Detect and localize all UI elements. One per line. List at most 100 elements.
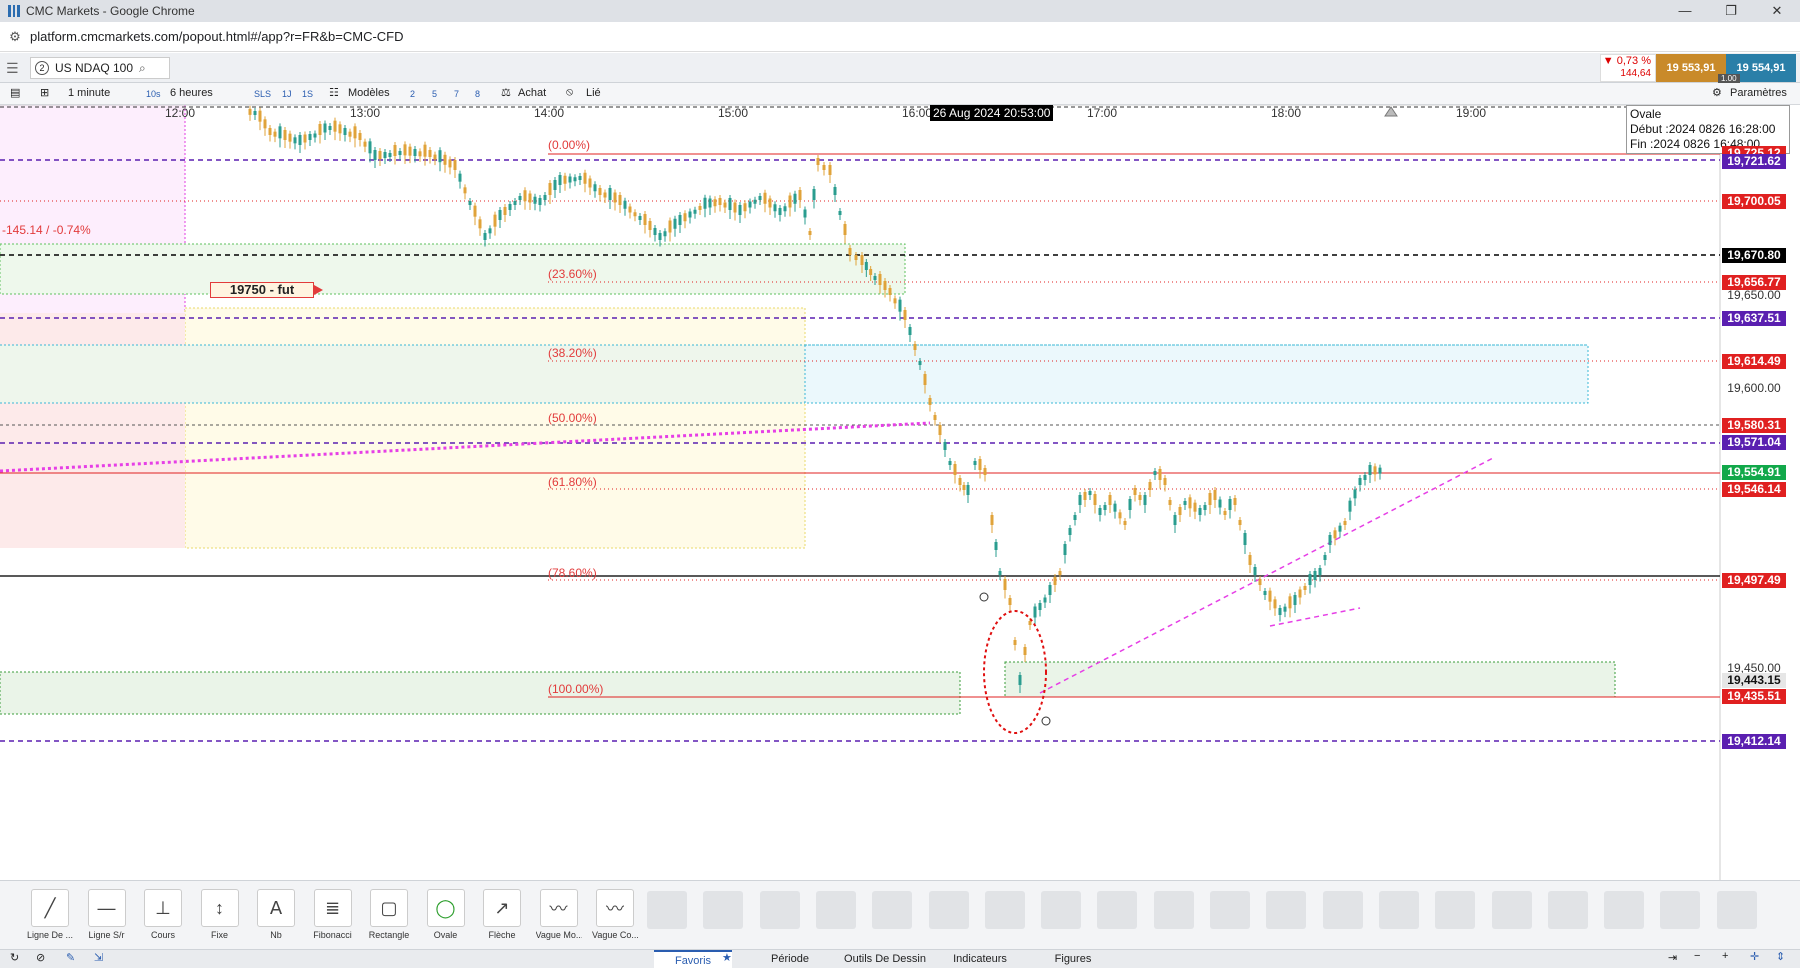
range-select[interactable]: 6 heures xyxy=(170,87,213,99)
candle-body xyxy=(1048,585,1052,595)
layout-2-button[interactable]: 2 xyxy=(410,89,415,99)
crosshair-icon[interactable]: ✛ xyxy=(1750,950,1759,963)
candle-body xyxy=(1003,579,1007,590)
empty-tool-slot[interactable] xyxy=(1266,891,1307,929)
empty-tool-slot[interactable] xyxy=(984,891,1025,929)
draw-tool-fixed-line[interactable]: ↕ Fixe xyxy=(197,889,243,940)
candle-body xyxy=(603,192,607,198)
candle-body xyxy=(1323,555,1327,560)
empty-tool-slot[interactable] xyxy=(872,891,913,929)
menu-icon[interactable]: ☰ xyxy=(6,60,19,77)
layout-7-button[interactable]: 7 xyxy=(454,89,459,99)
draw-tool-oval[interactable]: ◯ Ovale xyxy=(423,889,469,940)
templates-button[interactable]: Modèles xyxy=(348,87,390,99)
refresh-icon[interactable]: ↻ xyxy=(10,951,19,964)
window-title: CMC Markets - Google Chrome xyxy=(26,4,195,18)
sell-button[interactable]: 19 553,91 xyxy=(1656,54,1726,82)
settings-button[interactable]: Paramètres xyxy=(1730,87,1787,99)
zoom-in-icon[interactable]: + xyxy=(1722,950,1728,962)
empty-tool-slot[interactable] xyxy=(759,891,800,929)
empty-tool-slot[interactable] xyxy=(647,891,687,929)
empty-tool-slot[interactable] xyxy=(1153,891,1194,929)
empty-tool-slot[interactable] xyxy=(1716,891,1757,929)
layout-icon[interactable]: ⊞ xyxy=(40,86,49,99)
star-icon[interactable]: ★ xyxy=(722,951,732,964)
list-icon[interactable]: ▤ xyxy=(10,86,20,99)
fibonacci-icon: ≣ xyxy=(313,889,352,927)
empty-tool-slot[interactable] xyxy=(815,891,856,929)
candle-body xyxy=(1063,544,1067,555)
link-button[interactable]: Lié xyxy=(586,87,601,99)
interval-10s-button[interactable]: 10s xyxy=(146,89,161,99)
fut-label[interactable]: 19750 - fut xyxy=(210,282,323,298)
zoom-out-icon[interactable]: − xyxy=(1694,950,1700,962)
quick-1j-button[interactable]: 1J xyxy=(282,89,292,99)
candle-body xyxy=(860,255,864,265)
pencil-icon[interactable]: ✎ xyxy=(66,951,75,964)
templates-icon[interactable]: ☷ xyxy=(329,86,339,99)
candle-body xyxy=(793,193,797,204)
wave-icon: 〰 xyxy=(539,889,578,927)
empty-tool-slot[interactable] xyxy=(703,891,744,929)
restore-icon[interactable]: ❐ xyxy=(1708,0,1754,22)
draw-tool-price-line[interactable]: ⊥ Cours xyxy=(140,889,186,940)
tab-favoris[interactable]: Favoris xyxy=(654,950,732,968)
empty-tool-slot[interactable] xyxy=(1547,891,1588,929)
candle-body xyxy=(483,233,487,240)
quick-sls-button[interactable]: SLS xyxy=(254,89,271,99)
draw-tool-arrow[interactable]: ↗ Flèche xyxy=(479,889,525,940)
candle-body xyxy=(1298,589,1302,598)
crosshair-time: 26 Aug 2024 20:53:00 xyxy=(930,105,1054,121)
empty-tool-slot[interactable] xyxy=(1322,891,1363,929)
empty-tool-slot[interactable] xyxy=(1435,891,1476,929)
instrument-selector[interactable]: 2 US NDAQ 100 ⌕ xyxy=(30,57,170,79)
tab-outils-de-dessin[interactable]: Outils De Dessin xyxy=(835,950,935,968)
layout-8-button[interactable]: 8 xyxy=(475,89,480,99)
site-info-icon[interactable]: ⚙ xyxy=(0,29,30,45)
empty-tool-slot[interactable] xyxy=(1041,891,1082,929)
draw-tool-wave-correction[interactable]: 〰 Vague Co... xyxy=(592,889,638,940)
interval-select[interactable]: 1 minute xyxy=(68,87,110,99)
empty-tool-slot[interactable] xyxy=(1378,891,1419,929)
address-bar[interactable]: ⚙ platform.cmcmarkets.com/popout.html#/a… xyxy=(0,22,1800,52)
quick-1s-button[interactable]: 1S xyxy=(302,89,313,99)
layout-5-button[interactable]: 5 xyxy=(432,89,437,99)
empty-tool-slot[interactable] xyxy=(1210,891,1250,929)
candle-body xyxy=(848,248,852,255)
draw-tool-wave[interactable]: 〰 Vague Mo... xyxy=(536,889,582,940)
tab-indicateurs[interactable]: Indicateurs xyxy=(935,950,1025,968)
empty-tool-slot[interactable] xyxy=(1604,891,1645,929)
draw-tool-rectangle[interactable]: ▢ Rectangle xyxy=(366,889,412,940)
candle-body xyxy=(1203,505,1207,510)
empty-tool-slot[interactable] xyxy=(1660,891,1701,929)
candle-body xyxy=(1288,596,1292,609)
close-icon[interactable]: ✕ xyxy=(1754,0,1800,22)
minimize-icon[interactable]: — xyxy=(1662,0,1708,22)
empty-tool-slot[interactable] xyxy=(1491,891,1532,929)
chart-area[interactable]: 12:00 13:00 14:00 15:00 16:00 17:00 18:0… xyxy=(0,105,1800,880)
cursor-icon[interactable]: ⇲ xyxy=(94,951,103,964)
hide-icon[interactable]: ⊘ xyxy=(36,951,45,964)
draw-tool-sr-line[interactable]: — Ligne S/r xyxy=(84,889,130,940)
fit-icon[interactable]: ⇕ xyxy=(1776,950,1785,963)
empty-tool-slot[interactable] xyxy=(928,891,969,929)
url-text[interactable]: platform.cmcmarkets.com/popout.html#/app… xyxy=(30,29,404,44)
price-chart[interactable] xyxy=(0,105,1800,880)
candle-body xyxy=(403,144,407,156)
candle-body xyxy=(253,111,257,115)
price-tag: 19,546.14 xyxy=(1722,482,1786,497)
candle-body xyxy=(1198,508,1202,515)
draw-tool-text[interactable]: ꓮ Nb xyxy=(253,889,299,940)
achat-button[interactable]: Achat xyxy=(518,87,546,99)
candle-body xyxy=(553,180,557,190)
tab-figures[interactable]: Figures xyxy=(1025,950,1121,968)
collapse-icon[interactable]: ⇥ xyxy=(1668,951,1677,964)
candle-body xyxy=(1353,489,1357,499)
search-icon[interactable]: ⌕ xyxy=(139,61,146,76)
candle-body xyxy=(1158,469,1162,480)
tab-periode[interactable]: Période xyxy=(745,950,835,968)
candle-body xyxy=(1078,495,1082,505)
empty-tool-slot[interactable] xyxy=(1097,891,1138,929)
draw-tool-fibonacci[interactable]: ≣ Fibonacci xyxy=(310,889,356,940)
draw-tool-trend-line[interactable]: ╱ Ligne De ... xyxy=(27,889,73,940)
